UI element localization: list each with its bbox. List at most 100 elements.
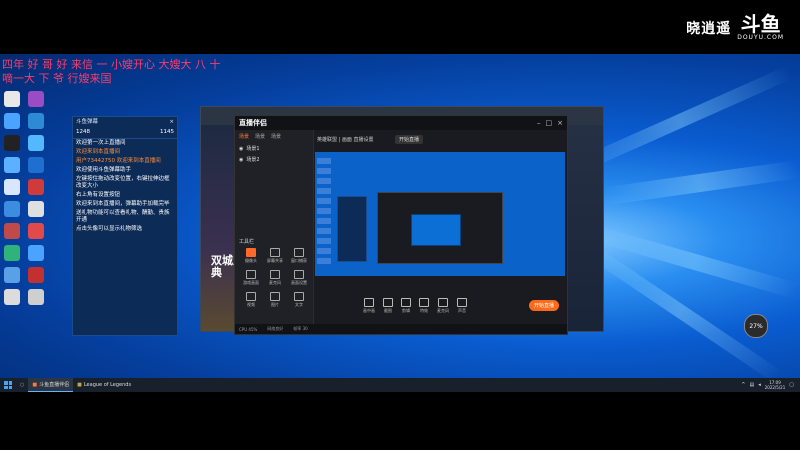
- tool-icon: [28, 113, 44, 129]
- tool-label: 文字: [295, 302, 303, 307]
- system-tray: ^ ▤ ◂ 17:09 2022/5/21 ▢: [741, 380, 800, 390]
- scene-item[interactable]: ◉ 场景1: [235, 143, 313, 154]
- bottom-tool-button[interactable]: 截图: [383, 298, 393, 314]
- tab-scene-1[interactable]: 场景: [239, 133, 249, 140]
- desktop-shortcut[interactable]: [26, 134, 46, 152]
- tool-button[interactable]: 视频: [239, 292, 263, 308]
- network-status: 网络良好: [267, 326, 284, 331]
- windows-taskbar: ○ ■ 斗鱼直播伴侣 ■ League of Legends ^ ▤ ◂ 17:…: [0, 378, 800, 392]
- window-controls: – □ ×: [537, 119, 563, 127]
- bottom-tool-button[interactable]: 画中画: [363, 298, 375, 314]
- desktop-shortcut[interactable]: [26, 90, 46, 108]
- tab-scene-3[interactable]: 场景: [271, 133, 281, 140]
- tool-button[interactable]: 窗口捕获: [287, 248, 311, 264]
- eye-icon[interactable]: ◉: [239, 157, 243, 163]
- taskbar-clock[interactable]: 17:09 2022/5/21: [765, 380, 786, 390]
- desktop-shortcut[interactable]: [2, 266, 22, 284]
- danmaku-chat-panel[interactable]: 斗鱼弹幕 × 1248 1145 欢迎第一次上直播间 欢迎来到本直播间 用户7344…: [72, 116, 178, 336]
- app-sidebar: 场景 场景 场景 ◉ 场景1 ◉ 场景2 工具栏 摄像头 屏幕共享 窗口捕获 游戏画面…: [235, 130, 314, 334]
- chat-message: 欢迎来到本直播间，弹幕助手加载完毕: [76, 201, 170, 207]
- desktop-shortcut[interactable]: [2, 288, 22, 306]
- taskbar-search-icon[interactable]: ○: [16, 378, 28, 392]
- desktop-shortcut[interactable]: [2, 156, 22, 174]
- tool-button[interactable]: 游戏画面: [239, 270, 263, 286]
- tool-icon: [294, 248, 304, 257]
- chat-message: 欢迎使用斗鱼弹幕助手: [76, 167, 132, 173]
- live-companion-window[interactable]: 直播伴侣 – □ × 场景 场景 场景 ◉ 场景1 ◉ 场景2 工具栏 摄像头 屏…: [234, 115, 568, 335]
- chat-message: 欢迎第一次上直播间: [76, 140, 126, 146]
- taskbar-item-douyu[interactable]: ■ 斗鱼直播伴侣: [28, 378, 74, 392]
- bottom-tool-button[interactable]: 声音: [457, 298, 467, 314]
- bottom-tool-icon: [419, 298, 429, 307]
- desktop-shortcut[interactable]: [26, 288, 46, 306]
- bottom-tool-label: 截图: [384, 308, 392, 313]
- danmaku-overlay: 四年 好 哥 好 来信 一 小嫂开心 大嫂大 八 十 嘀一大 下 爷 行嫂来国: [2, 58, 220, 86]
- edge-icon: [4, 245, 20, 261]
- volume-icon[interactable]: ◂: [758, 382, 761, 388]
- minimize-icon[interactable]: –: [537, 119, 541, 127]
- chevron-up-icon[interactable]: ^: [741, 382, 745, 388]
- maximize-icon[interactable]: □: [546, 119, 553, 127]
- tool-label: 麦克风: [269, 280, 281, 285]
- performance-float-ball[interactable]: 27%: [744, 314, 768, 338]
- tool-label: 视频: [247, 302, 255, 307]
- notification-icon[interactable]: ▢: [789, 382, 794, 388]
- tool-button[interactable]: 屏幕共享: [263, 248, 287, 264]
- app-icon: [28, 245, 44, 261]
- taskbar-item-league[interactable]: ■ League of Legends: [73, 378, 135, 392]
- bottom-tool-button[interactable]: 特效: [419, 298, 429, 314]
- chat-panel-title: 斗鱼弹幕: [76, 119, 99, 125]
- app-bottom-toolbar: 画中画 截图 剪辑 特效 麦克风 声音 开始直播: [315, 294, 565, 318]
- bottom-black-bar: [0, 392, 800, 450]
- tool-label: 画面设置: [291, 280, 307, 285]
- scene-label: 场景2: [246, 157, 260, 163]
- start-live-button[interactable]: 开始直播: [528, 300, 559, 311]
- tool-button[interactable]: 图片: [263, 292, 287, 308]
- tab-scene-2[interactable]: 场景: [255, 133, 265, 140]
- preview-chat-panel: [337, 196, 367, 262]
- go-live-button[interactable]: 开始直播: [395, 135, 424, 144]
- bottom-tool-label: 声音: [458, 308, 466, 313]
- tool-button[interactable]: 摄像头: [239, 248, 263, 264]
- tool-button[interactable]: 麦克风: [263, 270, 287, 286]
- desktop-shortcut[interactable]: [26, 244, 46, 262]
- desktop-shortcut[interactable]: [2, 178, 22, 196]
- fps-status: 帧率 30: [293, 326, 308, 331]
- tool-button[interactable]: 画面设置: [287, 270, 311, 286]
- desktop-shortcut[interactable]: [26, 112, 46, 130]
- desktop-shortcut[interactable]: [2, 90, 22, 108]
- desktop-shortcut[interactable]: [26, 200, 46, 218]
- desktop-icons-right: [26, 90, 46, 306]
- target-icon: [28, 223, 44, 239]
- bottom-tool-button[interactable]: 麦克风: [437, 298, 449, 314]
- desktop-shortcut[interactable]: [26, 156, 46, 174]
- douyu-logo-text: 斗鱼: [740, 12, 781, 36]
- close-icon[interactable]: ×: [557, 119, 563, 127]
- bottom-tool-button[interactable]: 剪辑: [401, 298, 411, 314]
- sidebar-tabs: 场景 场景 场景: [235, 130, 313, 143]
- desktop-shortcut[interactable]: [2, 222, 22, 240]
- desktop-shortcut[interactable]: [2, 244, 22, 262]
- shield-icon: [28, 157, 44, 173]
- eye-icon[interactable]: ◉: [239, 146, 243, 152]
- desktop-shortcut[interactable]: [26, 222, 46, 240]
- desktop-shortcut[interactable]: [2, 200, 22, 218]
- start-icon[interactable]: [4, 381, 12, 389]
- chat-message: 左键按住拖动改变位置，右键拉伸边框改变大小: [76, 176, 170, 189]
- chat-message: 欢迎来到本直播间: [76, 149, 121, 155]
- scene-label: 场景1: [246, 146, 260, 152]
- desktop-shortcut[interactable]: [26, 178, 46, 196]
- network-icon[interactable]: ▤: [750, 382, 755, 388]
- desktop-shortcut[interactable]: [2, 112, 22, 130]
- chat-stats: 1248 1145: [73, 128, 177, 139]
- tool-icon: [270, 270, 280, 279]
- taskbar-item-label: League of Legends: [83, 382, 132, 388]
- desktop-shortcut[interactable]: [2, 134, 22, 152]
- desktop-shortcut[interactable]: [26, 266, 46, 284]
- folder-icon: [4, 201, 20, 217]
- scene-item[interactable]: ◉ 场景2: [235, 154, 313, 165]
- close-icon[interactable]: ×: [169, 119, 174, 126]
- bottom-tool-label: 画中画: [363, 308, 375, 313]
- tool-button[interactable]: 文字: [287, 292, 311, 308]
- cpu-status: CPU 45%: [239, 326, 258, 332]
